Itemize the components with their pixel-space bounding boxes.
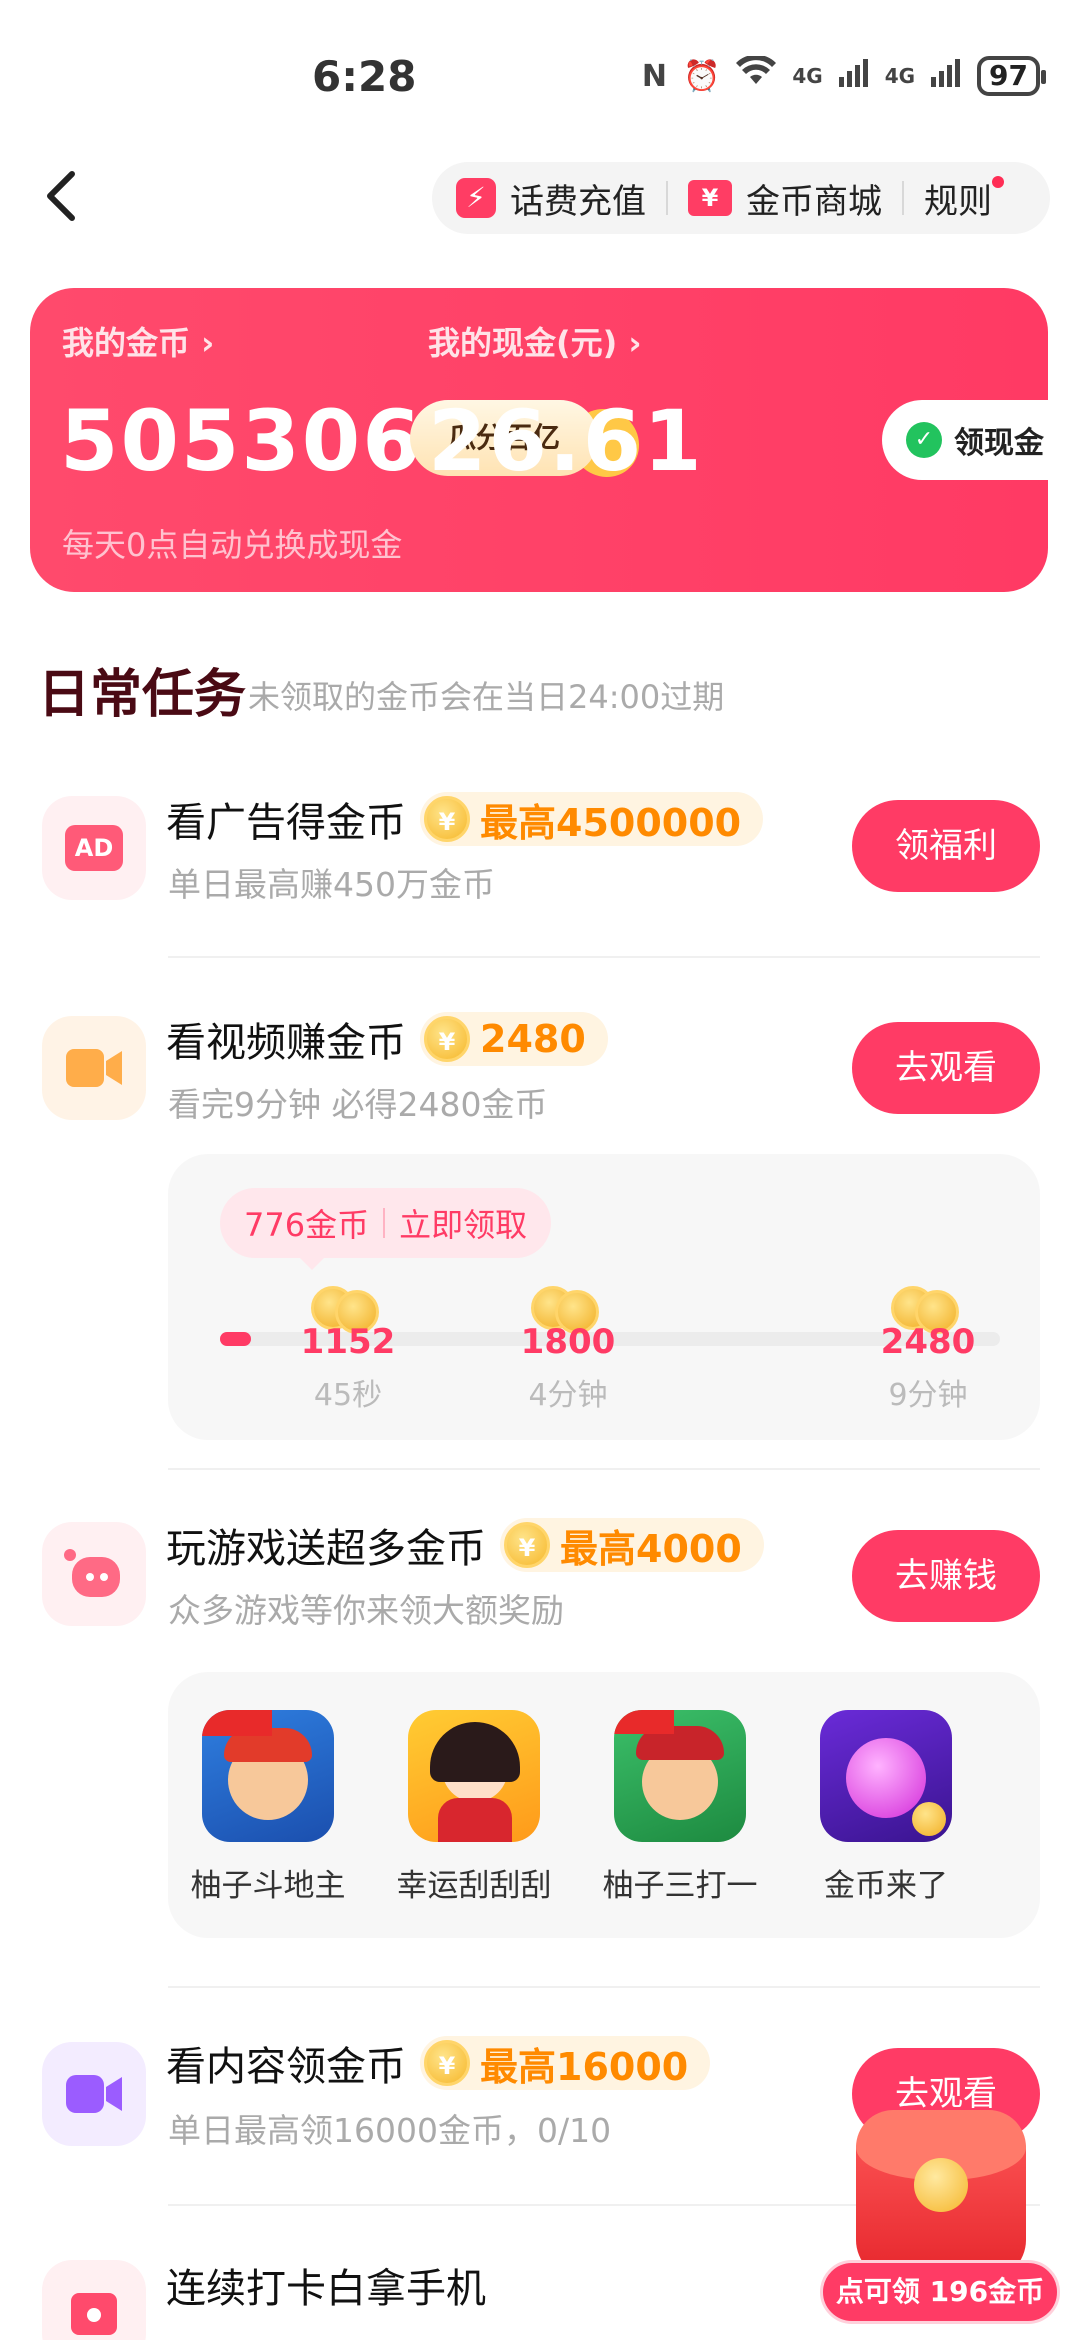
status-icons: N ⏰ 4G 4G 97 bbox=[641, 54, 1046, 96]
ad-icon: AD bbox=[42, 796, 146, 900]
wechat-check-icon: ✓ bbox=[906, 422, 942, 458]
scratch-game-icon bbox=[408, 1710, 540, 1842]
red-packet-icon bbox=[856, 2110, 1026, 2280]
phone-recharge-link[interactable]: ⚡ 话费充值 bbox=[456, 162, 646, 234]
reward-badge: ¥ 最高16000 bbox=[420, 2036, 711, 2090]
video-camera-icon bbox=[42, 1016, 146, 1120]
status-time: 6:28 bbox=[312, 52, 417, 101]
coin-mall-link[interactable]: ¥ 金币商城 bbox=[688, 162, 882, 234]
coin-icon: ¥ bbox=[424, 1016, 470, 1062]
sandayi-game-icon bbox=[614, 1710, 746, 1842]
coin-icon: ¥ bbox=[504, 1522, 550, 1568]
task-title: 连续打卡白拿手机 bbox=[166, 2266, 486, 2312]
coin-bubble-game-icon bbox=[820, 1710, 952, 1842]
red-packet-label: 点可领 196金币 bbox=[820, 2260, 1060, 2324]
video-progress-panel: 776金币 立即领取 1152 45秒 1800 4分钟 2480 9分钟 bbox=[168, 1154, 1040, 1440]
daily-tasks-title: 日常任务 bbox=[38, 665, 247, 725]
game-item[interactable]: 金币来了 bbox=[786, 1710, 986, 1905]
task-desc: 众多游戏等你来领大额奖励 bbox=[168, 1591, 564, 1630]
my-coins-link[interactable]: 我的金币 › bbox=[62, 318, 214, 364]
divider bbox=[666, 181, 668, 215]
game-item[interactable]: 幸运刮刮刮 bbox=[374, 1710, 574, 1905]
milestone-2: 1800 4分钟 bbox=[508, 1286, 628, 1414]
coin-icon: ¥ bbox=[424, 2040, 470, 2086]
chevron-left-icon bbox=[47, 171, 75, 221]
rules-label: 规则 bbox=[924, 181, 992, 222]
task-desc: 单日最高赚450万金币 bbox=[168, 865, 495, 904]
game-item[interactable]: 柚子三打一 bbox=[580, 1710, 780, 1905]
signal-4g-label-1: 4G bbox=[792, 64, 823, 88]
cash-balance: 26.61 bbox=[428, 392, 704, 490]
claim-tip[interactable]: 776金币 立即领取 bbox=[220, 1188, 552, 1270]
task-title: 看内容领金币 ¥ 最高16000 bbox=[166, 2034, 711, 2092]
top-actions-bar: ⚡ 话费充值 ¥ 金币商城 规则 bbox=[432, 162, 1050, 234]
ticket-icon: ¥ bbox=[688, 180, 732, 216]
coin-mall-label: 金币商城 bbox=[746, 181, 882, 222]
divider bbox=[168, 1468, 1040, 1470]
go-watch-button[interactable]: 去观看 bbox=[852, 1022, 1040, 1114]
reward-badge: ¥2480 bbox=[420, 1012, 608, 1066]
signal-icon bbox=[838, 57, 869, 95]
go-earn-button[interactable]: 去赚钱 bbox=[852, 1530, 1040, 1622]
withdraw-cash-button[interactable]: ✓ 领现金 bbox=[882, 400, 1048, 480]
task-desc: 看完9分钟 必得2480金币 bbox=[168, 1085, 548, 1124]
nfc-icon: N bbox=[641, 58, 667, 94]
milestone-3: 2480 9分钟 bbox=[868, 1286, 988, 1414]
signal-icon-2 bbox=[931, 57, 961, 95]
claim-benefit-button[interactable]: 领福利 bbox=[852, 800, 1040, 892]
reward-badge: ¥ 最高4000 bbox=[500, 1518, 764, 1572]
task-title: 玩游戏送超多金币 ¥ 最高4000 bbox=[166, 1516, 764, 1574]
auto-exchange-note: 每天0点自动兑换成现金 bbox=[62, 526, 403, 564]
wifi-icon bbox=[736, 54, 777, 96]
phone-recharge-label: 话费充值 bbox=[510, 181, 646, 222]
games-panel: 柚子斗地主 幸运刮刮刮 柚子三打一 金币来了 bbox=[168, 1672, 1040, 1938]
task-desc: 单日最高领16000金币，0/10 bbox=[168, 2111, 612, 2150]
game-controller-icon bbox=[42, 1522, 146, 1626]
lightning-icon: ⚡ bbox=[456, 178, 496, 218]
reward-badge: ¥ 最高4500000 bbox=[420, 792, 764, 846]
milestone-1: 1152 45秒 bbox=[288, 1286, 408, 1414]
coin-icon: ¥ bbox=[424, 796, 470, 842]
task-title: 看视频赚金币 ¥2480 bbox=[166, 1010, 608, 1068]
doudizhu-game-icon bbox=[202, 1710, 334, 1842]
task-title: 看广告得金币 ¥ 最高4500000 bbox=[166, 790, 764, 848]
gift-box-icon bbox=[42, 2260, 146, 2340]
floating-red-packet[interactable]: 点可领 196金币 bbox=[820, 2110, 1070, 2340]
progress-fill bbox=[220, 1332, 252, 1346]
coins-balance: 505306 bbox=[60, 392, 423, 490]
battery-indicator: 97 bbox=[977, 56, 1046, 96]
wallet-card: 我的金币 › 505306 瓜分百亿 我的现金(元) › 26.61 ✓ 领现金… bbox=[30, 288, 1048, 592]
divider bbox=[902, 181, 904, 215]
daily-tasks-subtitle: 未领取的金币会在当日24:00过期 bbox=[248, 678, 725, 716]
game-item[interactable]: 柚子斗地主 bbox=[168, 1710, 368, 1905]
video-camera-icon bbox=[42, 2042, 146, 2146]
alarm-icon: ⏰ bbox=[682, 58, 721, 94]
withdraw-label: 领现金 bbox=[954, 426, 1044, 461]
status-bar: 6:28 N ⏰ 4G 4G 97 bbox=[0, 0, 1080, 150]
divider bbox=[168, 956, 1040, 958]
rules-link[interactable]: 规则 bbox=[924, 162, 1004, 234]
signal-4g-label-2: 4G bbox=[884, 64, 916, 88]
divider bbox=[168, 1986, 1040, 1988]
notification-dot bbox=[992, 176, 1004, 188]
back-button[interactable] bbox=[34, 166, 94, 226]
my-cash-link[interactable]: 我的现金(元) › bbox=[428, 318, 642, 364]
